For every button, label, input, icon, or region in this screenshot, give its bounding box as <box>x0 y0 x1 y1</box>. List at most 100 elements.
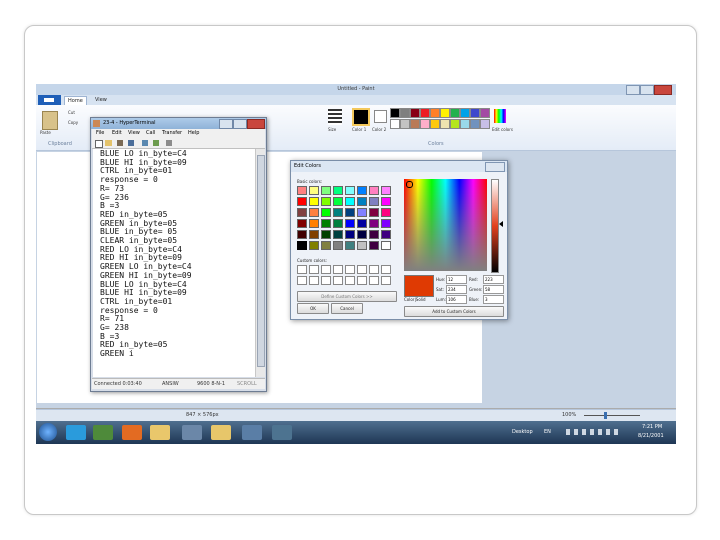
custom-color-swatch[interactable] <box>345 265 355 274</box>
custom-color-swatch[interactable] <box>381 276 391 285</box>
palette-color-swatch[interactable] <box>450 119 460 129</box>
cut-button[interactable]: Cut <box>68 110 75 115</box>
desktop-label[interactable]: Desktop <box>512 429 533 435</box>
basic-color-swatch[interactable] <box>321 197 331 206</box>
palette-color-swatch[interactable] <box>470 119 480 129</box>
basic-color-swatch[interactable] <box>321 230 331 239</box>
copy-button[interactable]: Copy <box>68 120 78 125</box>
basic-color-swatch[interactable] <box>369 197 379 206</box>
language-indicator[interactable]: EN <box>544 429 551 435</box>
basic-color-swatch[interactable] <box>333 241 343 250</box>
hyperterminal-icon[interactable] <box>182 425 202 440</box>
color2-button[interactable]: Color 2 <box>372 127 386 132</box>
basic-color-swatch[interactable] <box>321 208 331 217</box>
disconnect-icon[interactable] <box>128 140 134 146</box>
basic-color-swatch[interactable] <box>321 219 331 228</box>
menu-transfer[interactable]: Transfer <box>162 129 182 138</box>
custom-color-swatch[interactable] <box>297 265 307 274</box>
custom-color-swatch[interactable] <box>309 276 319 285</box>
red-field[interactable]: 223 <box>483 275 504 284</box>
tray-icons[interactable] <box>566 429 622 435</box>
palette-color-swatch[interactable] <box>420 119 430 129</box>
color-spectrum[interactable] <box>404 179 487 271</box>
custom-color-swatch[interactable] <box>369 276 379 285</box>
basic-color-swatch[interactable] <box>309 230 319 239</box>
send-icon[interactable] <box>142 140 148 146</box>
palette-color-swatch[interactable] <box>460 119 470 129</box>
ok-button[interactable]: OK <box>297 303 329 314</box>
basic-color-swatch[interactable] <box>357 208 367 217</box>
basic-color-swatch[interactable] <box>297 219 307 228</box>
custom-color-swatch[interactable] <box>369 265 379 274</box>
basic-color-swatch[interactable] <box>357 186 367 195</box>
basic-color-swatch[interactable] <box>369 219 379 228</box>
palette-color-swatch[interactable] <box>430 119 440 129</box>
basic-color-swatch[interactable] <box>357 230 367 239</box>
basic-color-swatch[interactable] <box>369 230 379 239</box>
folder-icon[interactable] <box>150 425 170 440</box>
sat-field[interactable]: 234 <box>446 285 467 294</box>
luminance-slider[interactable] <box>491 179 499 273</box>
new-icon[interactable] <box>95 140 103 148</box>
custom-color-swatch[interactable] <box>297 276 307 285</box>
color2-swatch[interactable] <box>374 110 387 123</box>
palette-color-swatch[interactable] <box>400 108 410 118</box>
palette-color-swatch[interactable] <box>480 119 490 129</box>
menu-file[interactable]: File <box>96 129 104 138</box>
menu-help[interactable]: Help <box>188 129 199 138</box>
dialog-close-icon[interactable] <box>485 162 505 172</box>
receive-icon[interactable] <box>153 140 159 146</box>
palette-color-swatch[interactable] <box>440 119 450 129</box>
custom-color-swatch[interactable] <box>321 265 331 274</box>
basic-color-swatch[interactable] <box>381 197 391 206</box>
paint-icon[interactable] <box>211 425 231 440</box>
basic-color-swatch[interactable] <box>297 230 307 239</box>
terminal-minimize-icon[interactable] <box>219 119 233 129</box>
basic-color-swatch[interactable] <box>321 186 331 195</box>
terminal-scrollbar[interactable] <box>255 149 265 377</box>
basic-color-swatch[interactable] <box>357 241 367 250</box>
clock-date[interactable]: 8/21/2001 <box>638 433 664 439</box>
menu-view[interactable]: View <box>128 129 140 138</box>
edit-colors-icon[interactable] <box>494 109 506 123</box>
basic-color-swatch[interactable] <box>369 241 379 250</box>
custom-color-swatch[interactable] <box>333 276 343 285</box>
custom-color-swatch[interactable] <box>345 276 355 285</box>
basic-color-swatch[interactable] <box>297 186 307 195</box>
zoom-slider-thumb[interactable] <box>604 412 607 419</box>
terminal-screen[interactable]: BLUE LO in_byte=C4 BLUE HI in_byte=09 CTRL… <box>93 149 255 377</box>
palette-color-swatch[interactable] <box>400 119 410 129</box>
minimize-icon[interactable] <box>626 85 640 95</box>
basic-color-swatch[interactable] <box>357 219 367 228</box>
basic-color-swatch[interactable] <box>381 219 391 228</box>
close-icon[interactable] <box>654 85 672 95</box>
basic-color-swatch[interactable] <box>333 208 343 217</box>
custom-color-swatch[interactable] <box>333 265 343 274</box>
app-icon-globe[interactable] <box>272 425 292 440</box>
paint-menu-button[interactable] <box>38 95 61 105</box>
spectrum-crosshair-icon[interactable] <box>406 181 413 188</box>
basic-color-swatch[interactable] <box>309 197 319 206</box>
basic-color-swatch[interactable] <box>297 197 307 206</box>
hue-field[interactable]: 12 <box>446 275 467 284</box>
scroll-thumb[interactable] <box>257 155 265 367</box>
start-button-icon[interactable] <box>39 423 57 441</box>
basic-color-swatch[interactable] <box>297 241 307 250</box>
basic-color-swatch[interactable] <box>381 241 391 250</box>
size-icon[interactable] <box>328 109 342 125</box>
custom-color-swatch[interactable] <box>381 265 391 274</box>
paste-icon[interactable] <box>42 111 58 130</box>
basic-color-swatch[interactable] <box>333 219 343 228</box>
palette-color-swatch[interactable] <box>450 108 460 118</box>
clock-time[interactable]: 7:21 PM <box>642 424 662 430</box>
window-controls[interactable] <box>626 85 672 95</box>
basic-color-swatch[interactable] <box>369 208 379 217</box>
palette-color-swatch[interactable] <box>410 119 420 129</box>
terminal-close-icon[interactable] <box>247 119 265 129</box>
basic-color-swatch[interactable] <box>357 197 367 206</box>
palette-color-swatch[interactable] <box>390 119 400 129</box>
basic-color-swatch[interactable] <box>345 230 355 239</box>
custom-color-swatch[interactable] <box>321 276 331 285</box>
add-to-custom-colors-button[interactable]: Add to Custom Colors <box>404 306 504 317</box>
tab-view[interactable]: View <box>92 96 110 105</box>
